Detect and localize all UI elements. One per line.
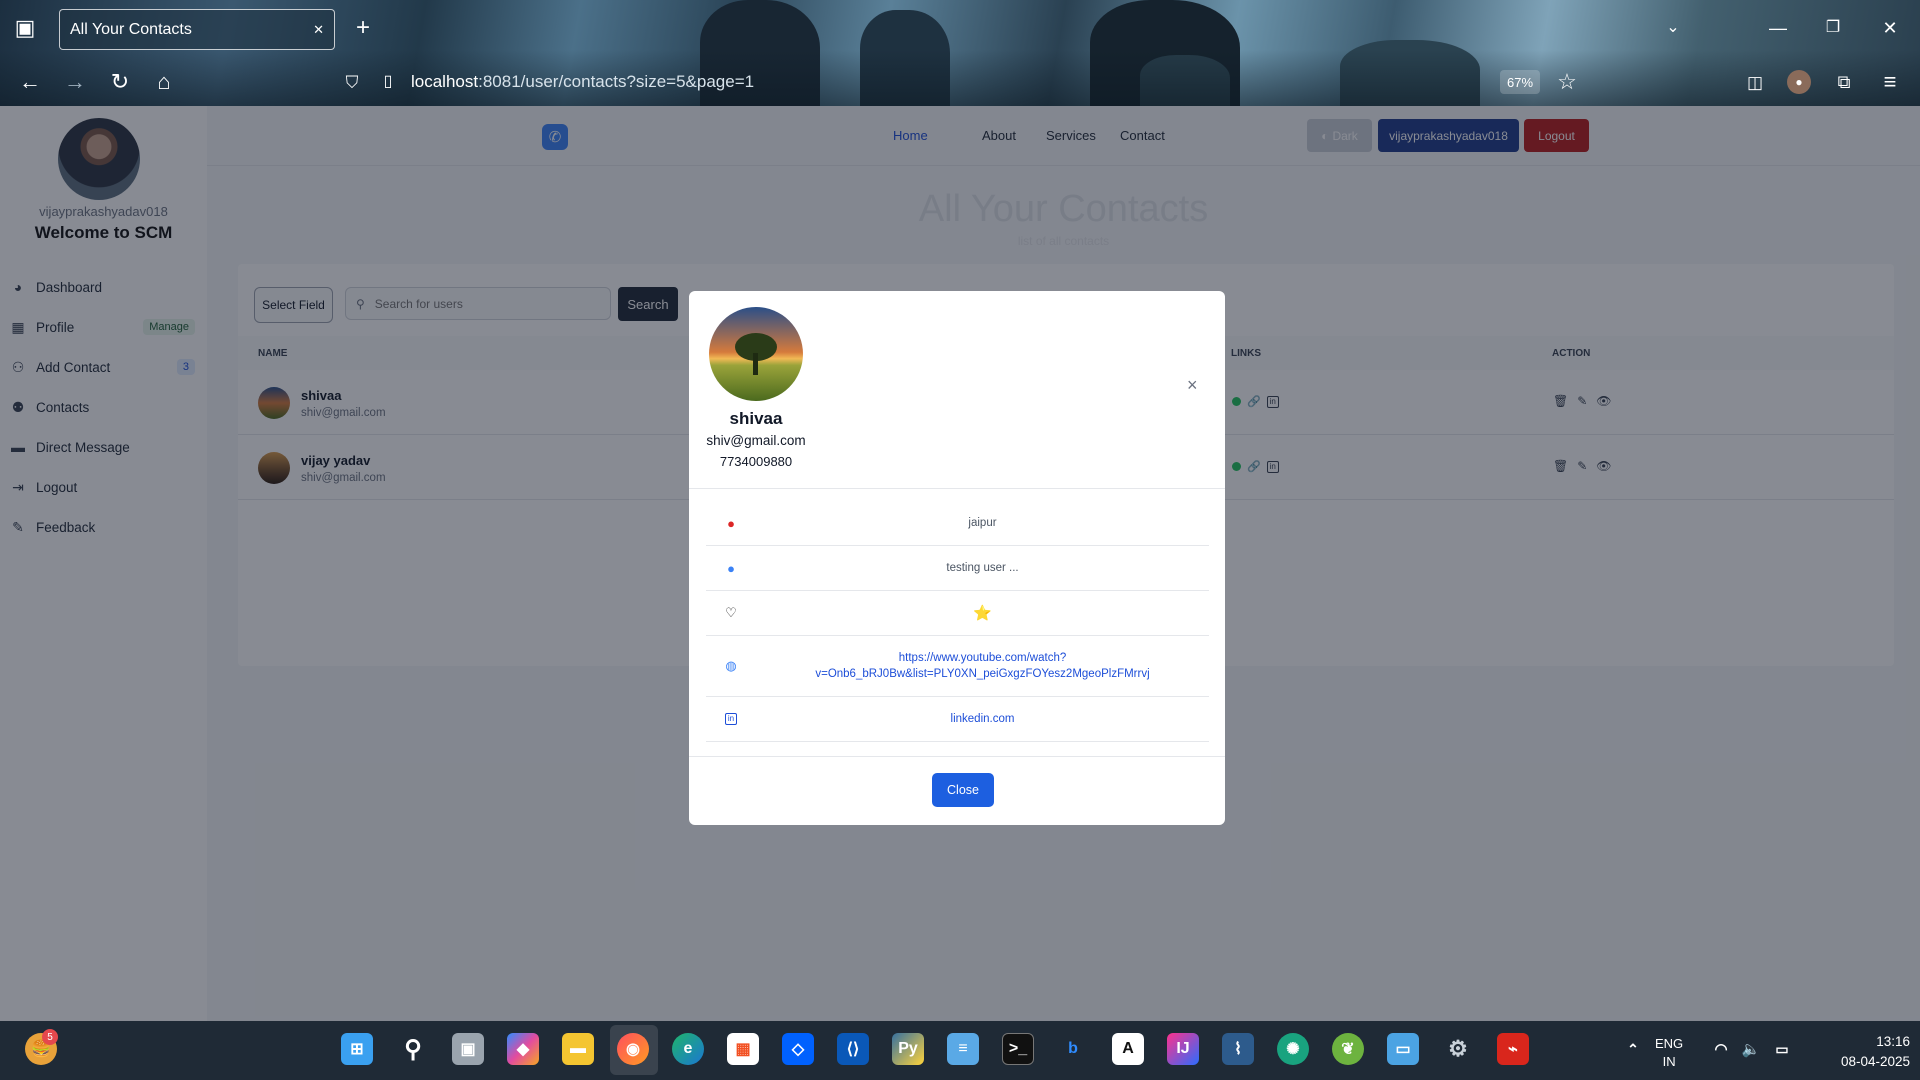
clock-time: 13:16 xyxy=(1876,1034,1910,1049)
tabs-dropdown-icon[interactable]: ⌄ xyxy=(1660,15,1686,41)
close-window-icon[interactable]: ✕ xyxy=(1877,15,1903,41)
intellij-icon[interactable]: IJ xyxy=(1167,1033,1199,1065)
wifi-icon[interactable]: ◠ xyxy=(1710,1033,1732,1065)
vscode-icon[interactable]: ⟨⟩ xyxy=(837,1033,869,1065)
language-line1: ENG xyxy=(1655,1036,1684,1051)
edge-icon[interactable]: e xyxy=(672,1033,704,1065)
microsoft-store-icon[interactable]: ▦ xyxy=(727,1033,759,1065)
clock-date: 08-04-2025 xyxy=(1840,1054,1910,1069)
tab-close-icon[interactable]: ✕ xyxy=(313,22,324,38)
task-view-icon[interactable]: ▣ xyxy=(452,1033,484,1065)
web-page: vijayprakashyadav018 Welcome to SCM ◕ Da… xyxy=(0,106,1920,1021)
notification-badge: 5 xyxy=(42,1029,58,1045)
tab-title: All Your Contacts xyxy=(70,20,192,38)
address-row: ● jaipur xyxy=(706,501,1209,546)
copilot-icon[interactable]: ◆ xyxy=(507,1033,539,1065)
linkedin-link[interactable]: linkedin.com xyxy=(756,711,1209,727)
forward-icon[interactable]: → xyxy=(61,68,89,96)
shield-icon[interactable]: ⛉ xyxy=(340,70,364,94)
system-clock[interactable]: 13:16 08-04-2025 xyxy=(1810,1032,1910,1072)
user-icon: ● xyxy=(727,560,735,576)
pdf-reader-icon[interactable]: ⌁ xyxy=(1497,1033,1529,1065)
file-explorer-icon[interactable]: ▬ xyxy=(562,1033,594,1065)
settings-icon[interactable]: ⚙ xyxy=(1442,1033,1474,1065)
linkedin-icon: in xyxy=(706,713,756,725)
modal-contact-phone: 7734009880 xyxy=(719,454,793,469)
modal-divider xyxy=(689,488,1225,489)
extensions-icon[interactable]: ⧉ xyxy=(1830,68,1858,96)
back-icon[interactable]: ← xyxy=(16,68,44,96)
reload-icon[interactable]: ↻ xyxy=(106,68,134,96)
volume-icon[interactable]: 🔈 xyxy=(1740,1033,1762,1065)
menu-icon[interactable]: ≡ xyxy=(1876,68,1904,96)
browser-tab[interactable]: All Your Contacts ✕ xyxy=(59,9,335,50)
minimize-icon[interactable]: — xyxy=(1765,15,1791,41)
font-app-icon[interactable]: A xyxy=(1112,1033,1144,1065)
new-tab-button[interactable]: + xyxy=(350,15,376,41)
chatgpt-icon[interactable]: ✺ xyxy=(1277,1033,1309,1065)
modal-contact-email: shiv@gmail.com xyxy=(706,433,806,448)
start-menu-icon[interactable]: ⊞ xyxy=(341,1033,373,1065)
chevron-up-icon[interactable]: ⌃ xyxy=(1617,1033,1649,1065)
search-icon[interactable]: ⚲ xyxy=(397,1033,429,1065)
tab-list-icon[interactable]: ▣ xyxy=(12,15,38,41)
contact-photo xyxy=(709,307,803,401)
address-bar[interactable]: localhost:8081/user/contacts?size=5&page… xyxy=(411,62,1461,102)
windows-taskbar: 🍔 5 ⊞ ⚲ ▣ ◆ ▬ ◉ e ▦ ◇ ⟨⟩ Py ≡ >_ b A IJ … xyxy=(0,1021,1920,1080)
website-link[interactable]: https://www.youtube.com/watch? v=Onb6_bR… xyxy=(756,650,1209,682)
website-link-line1: https://www.youtube.com/watch? xyxy=(898,652,1067,664)
heart-icon: ♡ xyxy=(725,605,737,620)
modal-contact-name: shivaa xyxy=(729,409,783,428)
favorite-value: ⭐ xyxy=(973,605,992,622)
globe-icon: ◍ xyxy=(725,658,737,673)
bookmark-star-icon[interactable]: ☆ xyxy=(1553,68,1581,96)
terminal-icon[interactable]: >_ xyxy=(1002,1033,1034,1065)
website-link-line2: v=Onb6_bRJ0Bw&list=PLY0XN_peiGxgzFOYesz2… xyxy=(815,668,1150,680)
home-icon[interactable]: ⌂ xyxy=(150,68,178,96)
location-pin-icon: ● xyxy=(727,515,735,531)
url-host: localhost xyxy=(411,72,479,91)
description-value: testing user ... xyxy=(946,562,1019,574)
website-row: ◍ https://www.youtube.com/watch? v=Onb6_… xyxy=(706,636,1209,697)
battery-icon[interactable]: ▭ xyxy=(1771,1033,1793,1065)
language-indicator[interactable]: ENG IN xyxy=(1655,1035,1683,1071)
page-icon: ▯ xyxy=(383,73,393,90)
python-icon[interactable]: Py xyxy=(892,1033,924,1065)
restore-icon[interactable]: ❐ xyxy=(1820,15,1846,41)
close-icon[interactable]: × xyxy=(1187,375,1198,396)
notepad-icon[interactable]: ≡ xyxy=(947,1033,979,1065)
close-button[interactable]: Close xyxy=(932,773,994,807)
linkedin-row: in linkedin.com xyxy=(706,697,1209,742)
bing-icon[interactable]: b xyxy=(1057,1033,1089,1065)
url-path: :8081/user/contacts?size=5&page=1 xyxy=(478,72,755,91)
pocket-icon[interactable]: ◫ xyxy=(1741,68,1769,96)
spring-icon[interactable]: ❦ xyxy=(1332,1033,1364,1065)
language-line2: IN xyxy=(1662,1054,1676,1069)
mysql-workbench-icon[interactable]: ⌇ xyxy=(1222,1033,1254,1065)
description-row: ● testing user ... xyxy=(706,546,1209,591)
contact-detail-modal: shivaa shiv@gmail.com 7734009880 × ● jai… xyxy=(689,291,1225,825)
account-avatar-icon[interactable]: ● xyxy=(1787,70,1811,94)
zoom-level[interactable]: 67% xyxy=(1500,70,1540,94)
dropbox-icon[interactable]: ◇ xyxy=(782,1033,814,1065)
modal-footer-divider xyxy=(689,756,1225,757)
address-value: jaipur xyxy=(968,517,997,529)
browser-chrome: ▣ All Your Contacts ✕ + ⌄ — ❐ ✕ ← → ↻ ⌂ … xyxy=(0,0,1920,106)
firefox-icon[interactable]: ◉ xyxy=(617,1033,649,1065)
favorite-row: ♡ ⭐ xyxy=(706,591,1209,636)
remote-desktop-icon[interactable]: ▭ xyxy=(1387,1033,1419,1065)
